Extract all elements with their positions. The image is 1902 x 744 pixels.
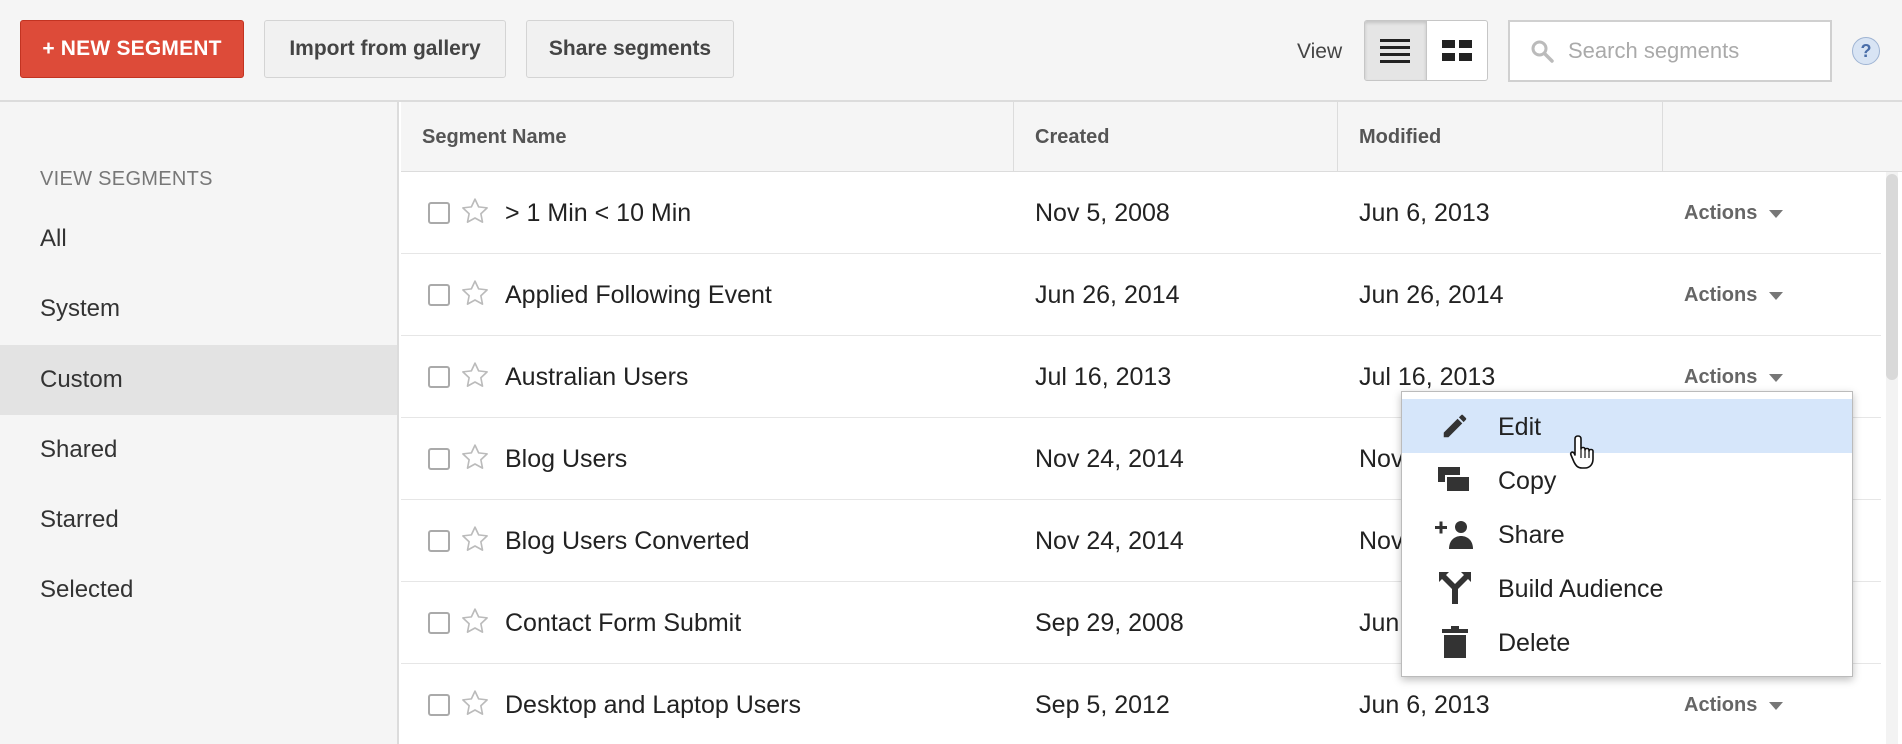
- sidebar-item-starred[interactable]: Starred: [0, 485, 397, 555]
- search-box: [1508, 20, 1832, 82]
- sidebar-item-all[interactable]: All: [0, 204, 397, 274]
- grid-view-button[interactable]: [1427, 21, 1488, 80]
- menu-item-edit[interactable]: Edit: [1402, 399, 1852, 453]
- created-date: Jun 26, 2014: [1035, 281, 1180, 309]
- actions-dropdown-button[interactable]: Actions: [1684, 694, 1784, 717]
- row-checkbox[interactable]: [428, 366, 450, 388]
- star-icon[interactable]: [460, 442, 490, 477]
- modified-date: Jun 6, 2013: [1359, 691, 1490, 719]
- row-checkbox[interactable]: [428, 530, 450, 552]
- column-header-created[interactable]: Created: [1014, 102, 1338, 172]
- sidebar: VIEW SEGMENTS All System Custom Shared S…: [0, 102, 399, 744]
- table-row[interactable]: > 1 Min < 10 Min Nov 5, 2008 Jun 6, 2013 Ac…: [401, 172, 1881, 254]
- toolbar: + NEW SEGMENT Import from gallery Share …: [0, 0, 1902, 102]
- sidebar-item-shared[interactable]: Shared: [0, 415, 397, 485]
- segment-name[interactable]: Contact Form Submit: [505, 609, 741, 638]
- new-segment-button[interactable]: + NEW SEGMENT: [20, 20, 244, 78]
- segment-name[interactable]: > 1 Min < 10 Min: [505, 199, 691, 228]
- menu-item-label: Share: [1498, 521, 1565, 549]
- search-icon: [1530, 39, 1554, 63]
- actions-dropdown-button[interactable]: Actions: [1684, 366, 1784, 389]
- star-icon[interactable]: [460, 688, 490, 723]
- star-icon[interactable]: [460, 196, 490, 231]
- view-toggle: [1364, 20, 1488, 81]
- modified-date: Jul 16, 2013: [1359, 363, 1496, 391]
- segment-name[interactable]: Desktop and Laptop Users: [505, 691, 801, 720]
- sidebar-item-custom[interactable]: Custom: [0, 345, 397, 415]
- star-icon[interactable]: [460, 278, 490, 313]
- chevron-down-icon: [1769, 373, 1784, 382]
- modified-date: Jun 6, 2013: [1359, 199, 1490, 227]
- created-date: Sep 29, 2008: [1035, 609, 1184, 637]
- modified-date: Nov: [1359, 527, 1404, 555]
- import-from-gallery-button[interactable]: Import from gallery: [264, 20, 506, 78]
- modified-date: Nov: [1359, 445, 1404, 473]
- share-segments-button[interactable]: Share segments: [526, 20, 734, 78]
- grid-view-icon: [1441, 39, 1472, 61]
- created-date: Nov 24, 2014: [1035, 445, 1184, 473]
- menu-item-label: Build Audience: [1498, 575, 1664, 603]
- actions-dropdown-button[interactable]: Actions: [1684, 284, 1784, 307]
- star-icon[interactable]: [460, 524, 490, 559]
- pencil-icon: [1435, 409, 1475, 443]
- star-icon[interactable]: [460, 606, 490, 641]
- actions-label: Actions: [1684, 202, 1758, 224]
- actions-label: Actions: [1684, 284, 1758, 306]
- merge-arrow-icon: [1435, 571, 1475, 605]
- view-label: View: [1297, 40, 1343, 63]
- sidebar-item-selected[interactable]: Selected: [0, 555, 397, 625]
- menu-item-build-audience[interactable]: Build Audience: [1402, 561, 1852, 615]
- column-header-segment-name[interactable]: Segment Name: [401, 102, 1014, 172]
- copy-icon: [1435, 463, 1475, 497]
- created-date: Nov 24, 2014: [1035, 527, 1184, 555]
- segment-name[interactable]: Applied Following Event: [505, 281, 772, 310]
- modified-date: Jun: [1359, 609, 1400, 637]
- row-checkbox[interactable]: [428, 284, 450, 306]
- sidebar-item-system[interactable]: System: [0, 274, 397, 344]
- search-input[interactable]: [1566, 37, 1800, 65]
- help-icon[interactable]: ?: [1852, 37, 1880, 65]
- menu-item-copy[interactable]: Copy: [1402, 453, 1852, 507]
- menu-item-label: Edit: [1498, 413, 1542, 441]
- trash-icon: [1435, 625, 1475, 659]
- hand-cursor-icon: [1569, 434, 1599, 475]
- table-row[interactable]: Applied Following Event Jun 26, 2014 Jun 2…: [401, 254, 1881, 336]
- actions-dropdown-menu: Edit Copy Share Build Audience Delete: [1401, 391, 1853, 677]
- chevron-down-icon: [1769, 291, 1784, 300]
- list-view-icon: [1380, 38, 1411, 63]
- chevron-down-icon: [1769, 701, 1784, 710]
- created-date: Nov 5, 2008: [1035, 199, 1170, 227]
- add-person-icon: [1435, 517, 1475, 551]
- sidebar-heading: VIEW SEGMENTS: [40, 168, 213, 190]
- table-header: Segment Name Created Modified: [401, 102, 1902, 172]
- list-view-button[interactable]: [1365, 21, 1427, 80]
- menu-item-label: Delete: [1498, 629, 1571, 657]
- menu-item-delete[interactable]: Delete: [1402, 615, 1852, 669]
- scrollbar-thumb[interactable]: [1886, 174, 1898, 380]
- menu-item-share[interactable]: Share: [1402, 507, 1852, 561]
- star-icon[interactable]: [460, 360, 490, 395]
- row-checkbox[interactable]: [428, 612, 450, 634]
- created-date: Sep 5, 2012: [1035, 691, 1170, 719]
- segment-name[interactable]: Blog Users: [505, 445, 627, 474]
- row-checkbox[interactable]: [428, 202, 450, 224]
- column-header-actions: [1663, 102, 1902, 172]
- menu-item-label: Copy: [1498, 467, 1557, 495]
- column-header-modified[interactable]: Modified: [1338, 102, 1663, 172]
- segment-name[interactable]: Blog Users Converted: [505, 527, 750, 556]
- actions-dropdown-button[interactable]: Actions: [1684, 202, 1784, 225]
- chevron-down-icon: [1769, 209, 1784, 218]
- row-checkbox[interactable]: [428, 694, 450, 716]
- actions-label: Actions: [1684, 694, 1758, 716]
- created-date: Jul 16, 2013: [1035, 363, 1172, 391]
- modified-date: Jun 26, 2014: [1359, 281, 1504, 309]
- segment-name[interactable]: Australian Users: [505, 363, 688, 392]
- row-checkbox[interactable]: [428, 448, 450, 470]
- actions-label: Actions: [1684, 366, 1758, 388]
